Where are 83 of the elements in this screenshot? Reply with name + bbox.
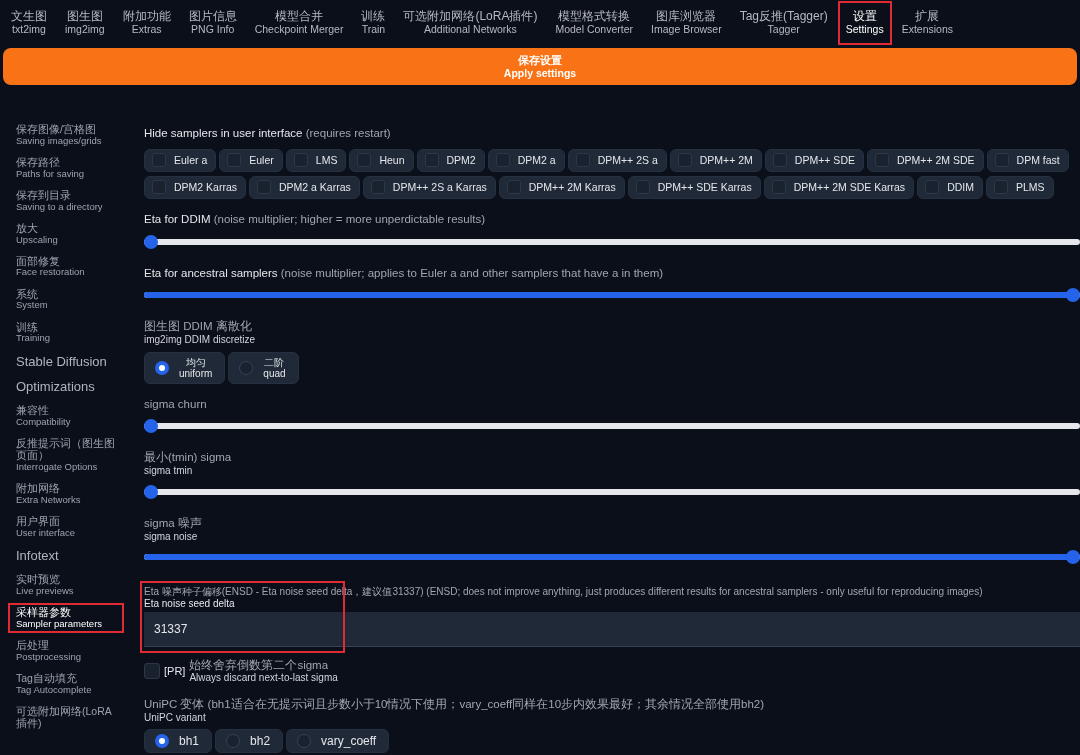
sidebar-item[interactable]: Tag自动填充 Tag Autocomplete (10, 671, 122, 698)
tag-label: [PR] (164, 665, 186, 678)
sampler-checkbox[interactable]: DPM++ 2S a (567, 148, 667, 172)
slider[interactable] (144, 484, 1080, 499)
sidebar-item[interactable]: 保存到目录 Saving to a directory (10, 187, 122, 214)
tab[interactable]: 图库浏览器 Image Browser (642, 0, 731, 46)
setting-sublabel: Always discard next-to-last sigma (189, 672, 338, 684)
sampler-checkbox[interactable]: Euler (219, 148, 283, 172)
slider-thumb[interactable] (144, 419, 158, 434)
sampler-checkbox[interactable]: DPM++ SDE (764, 148, 864, 172)
sampler-checkbox[interactable]: Euler a (144, 148, 217, 172)
sidebar-item[interactable]: Optimizations (10, 378, 122, 397)
tab[interactable]: 模型合并 Checkpoint Merger (245, 0, 353, 46)
slider[interactable] (144, 288, 1080, 303)
sampler-checkbox[interactable]: DDIM (917, 175, 983, 199)
checkbox[interactable] (144, 663, 160, 680)
setting-label: sigma churn (144, 397, 208, 412)
slider-thumb[interactable] (1066, 550, 1080, 565)
radio-option[interactable]: bh2 (215, 729, 284, 754)
setting-label: 最小(tmin) sigma (144, 451, 233, 466)
sampler-checkbox[interactable]: DPM++ 2M SDE (866, 148, 984, 172)
sampler-checkbox[interactable]: PLMS (985, 175, 1054, 199)
setting-sublabel: UniPC variant (144, 711, 207, 724)
slider[interactable] (144, 419, 1080, 434)
slider[interactable] (144, 550, 1080, 565)
sidebar-item[interactable]: 训练 Training (10, 319, 122, 346)
tab[interactable]: 图片信息 PNG Info (179, 0, 246, 46)
sampler-checkbox[interactable]: DPM2 a (487, 148, 565, 172)
radio-option[interactable]: 二阶 quad (228, 351, 299, 384)
tab[interactable]: 文生图 txt2img (2, 0, 56, 46)
setting-label: sigma 噪声 (144, 516, 203, 531)
setting-sublabel: sigma tmin (144, 465, 194, 477)
radio-option[interactable]: vary_coeff (286, 729, 390, 754)
setting-sublabel: sigma noise (144, 530, 199, 543)
sidebar-item[interactable]: 面部修复 Face restoration (10, 253, 122, 280)
sidebar-item[interactable]: 保存图像/宫格图 Saving images/grids (10, 122, 122, 148)
sampler-checkbox[interactable]: DPM++ 2S a Karras (362, 175, 496, 199)
sidebar-item[interactable]: Stable Diffusion (10, 352, 122, 372)
sampler-checkbox[interactable]: DPM++ 2M Karras (498, 175, 625, 199)
sampler-checkbox[interactable]: DPM2 Karras (144, 175, 246, 199)
tab[interactable]: 附加功能 Extras (113, 0, 180, 46)
sidebar-item[interactable]: 附加网络 Extra Networks (10, 481, 122, 507)
sidebar-item[interactable]: 实时预览 Live previews (10, 572, 122, 599)
tab[interactable]: 可选附加网络(LoRA插件) Additional Networks (394, 0, 547, 46)
tab[interactable]: Tag反推(Tagger) Tagger (730, 0, 837, 46)
sampler-checkbox[interactable]: DPM++ SDE Karras (627, 175, 761, 199)
setting-label: Eta for DDIM (noise multiplier; higher = more unperdictable results) (144, 212, 486, 227)
tab[interactable]: 图生图 img2img (56, 0, 114, 46)
setting-label: 始终舍弃倒数第二个sigma (189, 658, 330, 673)
tab[interactable]: 模型格式转换 Model Converter (546, 0, 643, 46)
setting-label: UniPC 变体 (bh1适合在无提示词且步数小于10情况下使用；vary_coeff同样在10步内效果最好；其余情况全部使用bh2) (144, 697, 766, 712)
slider-thumb[interactable] (144, 234, 158, 249)
tab[interactable]: 训练 Train (352, 0, 395, 46)
setting-sublabel: Eta noise seed delta (144, 598, 236, 610)
sampler-checkbox[interactable]: LMS (285, 148, 347, 172)
slider[interactable] (144, 234, 1080, 249)
sidebar-item[interactable]: Infotext (10, 546, 122, 566)
setting-label: Eta for ancestral samplers (noise multiplier; applies to Euler a and other samplers that have a in them) (144, 266, 665, 281)
sidebar-item[interactable]: 后处理 Postprocessing (10, 638, 122, 665)
sidebar-item[interactable]: 用户界面 User interface (10, 514, 122, 540)
sampler-checkbox[interactable]: DPM++ 2M (669, 148, 762, 172)
tab[interactable]: 扩展 Extensions (892, 0, 962, 46)
radio-option[interactable]: bh1 (144, 729, 213, 754)
sidebar-item[interactable]: 放大 Upscaling (10, 220, 122, 247)
setting-sublabel: img2img DDIM discretize (144, 334, 257, 346)
sampler-checkbox[interactable]: DPM2 (416, 148, 485, 172)
sampler-checkbox[interactable]: Heun (349, 148, 414, 172)
sidebar-item[interactable]: 保存路径 Paths for saving (10, 155, 122, 181)
sampler-checkbox[interactable]: DPM++ 2M SDE Karras (763, 175, 915, 199)
sidebar-item[interactable]: 反推提示词（图生图页面） Interrogate Options (10, 436, 122, 474)
sidebar-item[interactable]: 采样器参数 Sampler parameters (10, 605, 122, 632)
tab[interactable]: 设置 Settings (836, 0, 893, 46)
sidebar-item[interactable]: 可选附加网络(LoRA插件) (10, 704, 122, 732)
sampler-checkbox[interactable]: DPM fast (986, 148, 1069, 172)
slider-thumb[interactable] (144, 484, 158, 499)
sidebar-item[interactable]: 兼容性 Compatibility (10, 403, 122, 430)
setting-label: 图生图 DDIM 离散化 (144, 320, 253, 335)
sampler-checkbox[interactable]: DPM2 a Karras (249, 175, 360, 199)
sidebar-item[interactable]: 系统 System (10, 286, 122, 313)
number-field[interactable]: 31337 (144, 611, 1080, 647)
setting-label: Hide samplers in user interface (requires restart) (144, 129, 392, 141)
slider-thumb[interactable] (1066, 288, 1080, 303)
radio-option[interactable]: 均匀 uniform (144, 351, 226, 384)
